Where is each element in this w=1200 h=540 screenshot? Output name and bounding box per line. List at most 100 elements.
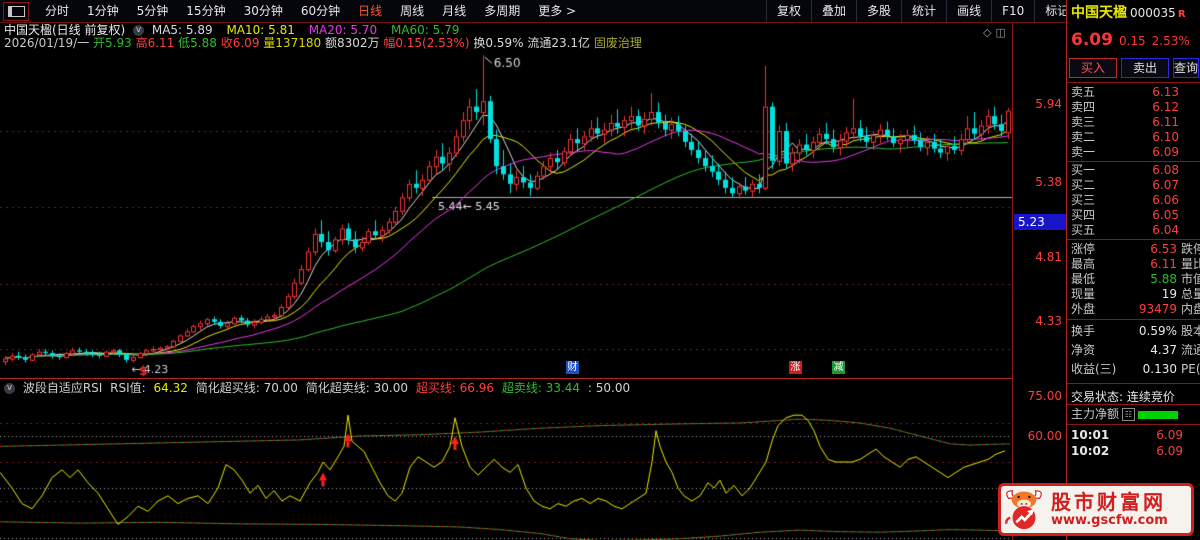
indicator-collapse-icon[interactable]: v [4,383,15,394]
rsi-indicator-chart[interactable] [0,396,1012,540]
ma20-legend: MA20: 5.70 [308,23,378,37]
bid-row[interactable]: 买二 6.07 [1071,178,1197,193]
tab-5min[interactable]: 5分钟 [128,0,178,22]
indicator-name[interactable]: 波段自适应RSI [23,381,103,395]
site-watermark: 股市财富网 www.gscfw.com [998,483,1194,536]
axis-label: 4.81 [1035,250,1062,264]
bid-row[interactable]: 买一 6.08 [1071,163,1197,178]
chart-title-row: 中国天楹(日线 前复权) v MA5: 5.89 MA10: 5.81 MA20… [4,23,459,37]
rsi-axis-label: 60.00 [1027,429,1062,443]
price-change: 0.15 [1118,34,1146,48]
ask-row[interactable]: 卖一 6.09 [1071,145,1197,160]
main-force-bar [1138,410,1179,419]
stat-row: 现量19总量 [1071,287,1200,301]
turnover-value: 换0.59% [473,36,524,50]
stat-row: 收益(三) 0.130 PE( [1071,362,1200,376]
stats-button[interactable]: 统计 [901,0,946,22]
main-force-row[interactable]: 主力净额 ☷ [1071,407,1179,422]
chart-corner-icons: ◇◫ [983,26,1010,39]
bid-row[interactable]: 买三 6.06 [1071,193,1197,208]
stat-row: 最高6.11量比 [1071,257,1200,271]
stat-row: 最低5.88市值 [1071,272,1200,286]
tab-60min[interactable]: 60分钟 [292,0,349,22]
watermark-site-url: www.gscfw.com [1051,513,1168,528]
indicator-header: v 波段自适应RSI RSI值: 64.32 简化超买线: 70.00 简化超卖… [2,381,634,395]
event-tag[interactable]: 财 [566,361,579,374]
high-value: 高6.11 [135,36,175,50]
price-axis: 5.94 5.38 4.81 4.33 5.23 75.00 60.00 [1012,23,1070,540]
stat-row: 净资4.37流通 [1071,343,1200,357]
detail-icon[interactable]: ☷ [1122,408,1136,421]
last-price: 6.09 [1071,30,1113,50]
top-toolbar: 分时 1分钟 5分钟 15分钟 30分钟 60分钟 日线 周线 月线 多周期 更多 > 复权 叠加 多股… [0,0,1200,22]
tab-multi-period[interactable]: 多周期 [475,0,529,22]
open-value: 开5.93 [93,36,132,50]
multi-stock-button[interactable]: 多股 [856,0,901,22]
ask-row[interactable]: 卖四 6.12 [1071,100,1197,115]
collapse-chevron-icon[interactable]: v [133,25,145,36]
tab-fenshi[interactable]: 分时 [36,0,78,22]
main-candlestick-chart[interactable] [0,50,1012,378]
event-tag[interactable]: 减 [832,361,845,374]
close-value: 收6.09 [220,36,260,50]
tick-row: 10:02 6.09 [1071,444,1183,458]
buy-button[interactable]: 买入 [1069,58,1117,78]
bull-logo-icon [1005,489,1042,529]
volume-value: 量137180 [263,36,322,50]
sector-tag[interactable]: 固废治理 [594,36,642,50]
tab-15min[interactable]: 15分钟 [177,0,234,22]
axis-label: 5.94 [1035,97,1062,111]
simple-overbought-label: 简化超买线: 70.00 [195,381,298,395]
axis-label: 5.38 [1035,175,1062,189]
overbought-value: 超买线: 66.96 [415,381,495,395]
tab-1min[interactable]: 1分钟 [78,0,128,22]
overlay-button[interactable]: 叠加 [811,0,856,22]
tick-row: 10:01 6.09 [1071,428,1183,442]
oversold-value: 超卖线: 33.44 [501,381,581,395]
rsi-axis-label: 75.00 [1027,389,1062,403]
quote-panel: 中国天楹 000035 R 6.09 0.15 2.53% 买入 卖出 查询 卖五 6.13 … [1066,0,1200,540]
tab-30min[interactable]: 30分钟 [235,0,292,22]
draw-line-button[interactable]: 画线 [946,0,991,22]
panel-stock-name[interactable]: 中国天楹 [1071,5,1127,21]
pane-separator [0,378,1012,379]
tab-weekly[interactable]: 周线 [391,0,433,22]
ma60-legend: MA60: 5.79 [390,23,460,37]
main-force-label: 主力净额 [1071,407,1120,421]
price-change-pct: 2.53% [1151,34,1190,48]
daily-info-row: 2026/01/19/一 开5.93 高6.11 低5.88 收6.09 量13… [4,37,642,50]
rsi-value-label: RSI值: [110,381,146,395]
adjust-button[interactable]: 复权 [766,0,811,22]
sell-button[interactable]: 卖出 [1121,58,1169,78]
period-tabs: 分时 1分钟 5分钟 15分钟 30分钟 60分钟 日线 周线 月线 多周期 更多 > [36,0,585,22]
ma10-legend: MA10: 5.81 [226,23,295,37]
event-tag[interactable]: 涨 [789,361,802,374]
change-value: 幅0.15(2.53%) [383,36,470,50]
tab-daily[interactable]: 日线 [349,0,391,22]
watermark-site-name: 股市财富网 [1051,490,1166,514]
ask-row[interactable]: 卖五 6.13 [1071,85,1197,100]
diamond-icon[interactable]: ◇ [983,26,995,39]
stat-row: 换手0.59%股本 [1071,324,1200,338]
date-value: 2026/01/19/一 [4,36,90,50]
trade-status: 交易状态: 连续竞价 [1071,390,1175,404]
ask-row[interactable]: 卖二 6.10 [1071,130,1197,145]
f10-button[interactable]: F10 [991,0,1034,22]
simple-oversold-label: 简化超卖线: 30.00 [305,381,408,395]
mid-line-value: : 50.00 [587,381,631,395]
panel-stock-code: 000035 [1130,6,1176,20]
tdx-stock-app: 分时 1分钟 5分钟 15分钟 30分钟 60分钟 日线 周线 月线 多周期 更多 > 复权 叠加 多股… [0,0,1200,540]
margin-flag-badge: R [1177,9,1186,20]
tab-monthly[interactable]: 月线 [433,0,475,22]
query-button[interactable]: 查询 [1173,58,1199,78]
tab-more[interactable]: 更多 > [529,0,585,22]
price-marker-badge: 5.23 [1014,214,1070,230]
ask-row[interactable]: 卖三 6.11 [1071,115,1197,130]
float-shares-value: 流通23.1亿 [527,36,591,50]
axis-label: 4.33 [1035,314,1062,328]
split-window-icon[interactable]: ◫ [995,26,1009,39]
low-value: 低5.88 [178,36,217,50]
window-restore-icon[interactable] [3,2,29,21]
bid-row[interactable]: 买五 6.04 [1071,223,1197,238]
bid-row[interactable]: 买四 6.05 [1071,208,1197,223]
